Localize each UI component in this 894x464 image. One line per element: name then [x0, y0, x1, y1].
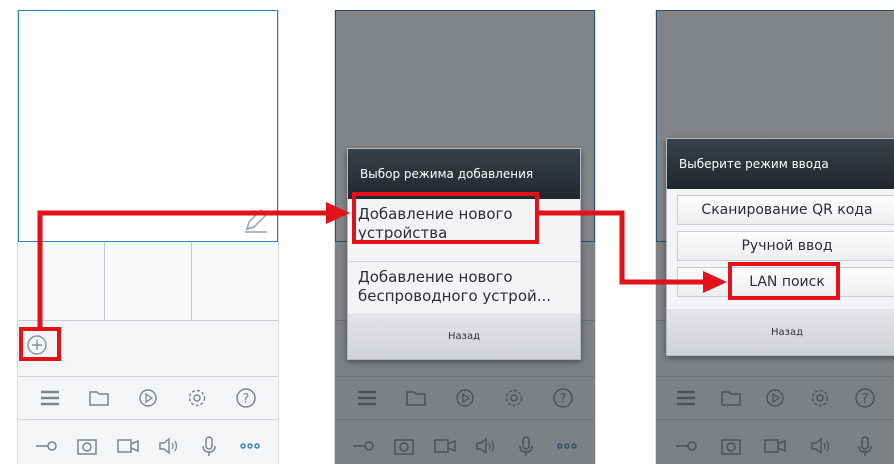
flow-arrows: [37, 202, 727, 327]
arrow-head: [326, 202, 350, 224]
arrow-to-add-mode: [37, 210, 330, 327]
arrow-head: [703, 271, 727, 293]
arrow-to-lan: [539, 210, 706, 285]
